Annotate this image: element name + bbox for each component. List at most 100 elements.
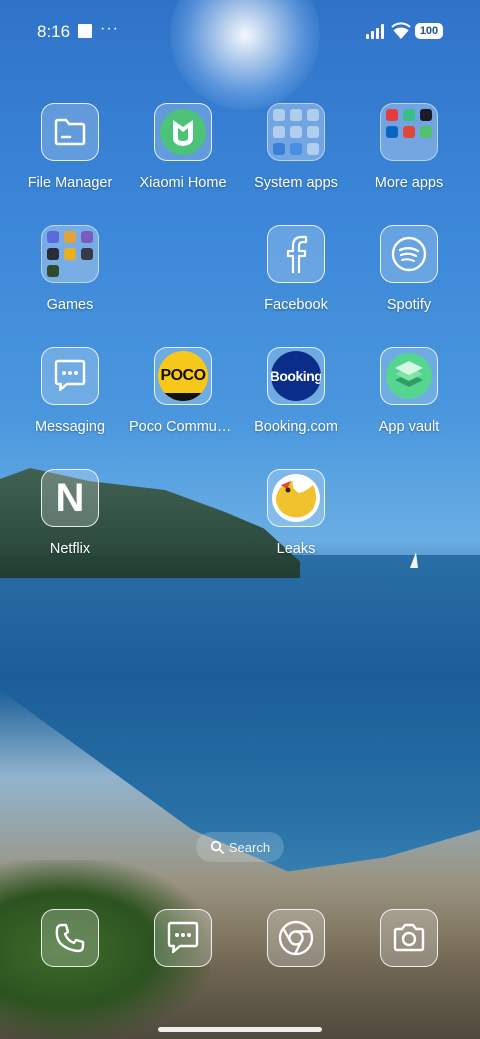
messaging-tile[interactable]	[41, 347, 99, 405]
mini-app-slot	[81, 265, 93, 277]
poco-logo-text: POCO	[160, 367, 206, 384]
mini-app-icon	[273, 143, 285, 155]
facebook-icon	[286, 235, 308, 273]
app-vault-tile[interactable]	[380, 347, 438, 405]
app-label: App vault	[378, 419, 440, 435]
poco-community-tile[interactable]: POCO	[154, 347, 212, 405]
mini-app-icon	[81, 248, 93, 260]
folder-preview-grid	[386, 109, 432, 155]
mini-app-icon	[290, 126, 302, 138]
xiaomi-home-icon	[160, 109, 206, 155]
mini-app-icon	[386, 109, 398, 121]
chrome-icon	[278, 920, 314, 956]
app-leaks[interactable]: Leaks	[240, 469, 352, 557]
app-xiaomi-home[interactable]: Xiaomi Home	[127, 103, 239, 191]
booking-tile[interactable]: Booking	[267, 347, 325, 405]
facebook-tile[interactable]	[267, 225, 325, 283]
app-vault-icon	[386, 353, 432, 399]
spotify-icon	[391, 236, 427, 272]
more-apps-folder-tile[interactable]	[380, 103, 438, 161]
mini-app-icon	[420, 109, 432, 121]
games-folder-tile[interactable]	[41, 225, 99, 283]
app-label: Games	[46, 297, 94, 313]
app-netflix[interactable]: N Netflix	[14, 469, 126, 557]
mini-app-icon	[307, 109, 319, 121]
phone-tile[interactable]	[41, 909, 99, 967]
app-spotify[interactable]: Spotify	[353, 225, 465, 313]
app-label: Poco Communi...	[129, 419, 239, 435]
mini-app-icon	[273, 109, 285, 121]
camera-icon	[393, 923, 425, 952]
app-label: File Manager	[27, 175, 113, 191]
dock-camera[interactable]	[353, 909, 465, 967]
leaks-icon	[272, 474, 320, 522]
app-label: Leaks	[276, 541, 316, 557]
app-label: Messaging	[34, 419, 106, 435]
phone-icon	[55, 923, 85, 953]
folder-more-apps[interactable]: More apps	[353, 103, 465, 191]
leaks-tile[interactable]	[267, 469, 325, 527]
battery-icon: 100	[415, 23, 443, 39]
mini-app-icon	[64, 248, 76, 260]
app-file-manager[interactable]: File Manager	[14, 103, 126, 191]
app-facebook[interactable]: Facebook	[240, 225, 352, 313]
mini-app-icon	[64, 231, 76, 243]
spotify-tile[interactable]	[380, 225, 438, 283]
folder-games[interactable]: Games	[14, 225, 126, 313]
app-label: System apps	[254, 175, 338, 191]
mini-app-icon	[273, 126, 285, 138]
mini-app-icon	[403, 126, 415, 138]
xiaomi-home-tile[interactable]	[154, 103, 212, 161]
messages-tile[interactable]	[154, 909, 212, 967]
app-messaging[interactable]: Messaging	[14, 347, 126, 435]
mini-app-icon	[47, 265, 59, 277]
app-poco-community[interactable]: POCO Poco Communi...	[127, 347, 239, 435]
booking-logo-icon: Booking	[271, 351, 321, 401]
wallpaper-boat	[410, 552, 418, 568]
mini-app-icon	[403, 109, 415, 121]
mini-app-icon	[47, 231, 59, 243]
mini-app-icon	[307, 126, 319, 138]
dock-phone[interactable]	[14, 909, 126, 967]
folder-preview-grid	[273, 109, 319, 155]
folder-icon	[54, 118, 86, 146]
dock-messages[interactable]	[127, 909, 239, 967]
mini-app-icon	[81, 231, 93, 243]
cellular-signal-icon	[366, 24, 386, 39]
app-label: Facebook	[264, 297, 328, 313]
mini-app-slot	[420, 143, 432, 155]
chrome-tile[interactable]	[267, 909, 325, 967]
status-time: 8:16	[37, 22, 71, 41]
mini-app-icon	[307, 143, 319, 155]
app-booking[interactable]: Booking Booking.com	[240, 347, 352, 435]
mini-app-icon	[290, 143, 302, 155]
app-label: Booking.com	[254, 419, 338, 435]
file-manager-tile[interactable]	[41, 103, 99, 161]
status-bar: 8:16 ··· 100	[0, 0, 480, 64]
app-vault[interactable]: App vault	[353, 347, 465, 435]
home-indicator[interactable]	[158, 1027, 322, 1032]
booking-logo-text: Booking	[271, 368, 321, 384]
folder-system-apps[interactable]: System apps	[240, 103, 352, 191]
netflix-icon: N	[55, 476, 85, 520]
app-label: More apps	[374, 175, 444, 191]
message-bubble-icon	[54, 359, 86, 392]
app-label: Xiaomi Home	[139, 175, 227, 191]
mini-app-slot	[386, 143, 398, 155]
app-label: Spotify	[386, 297, 432, 313]
more-notifications-icon: ···	[100, 20, 119, 37]
messages-icon	[167, 921, 199, 954]
mini-app-icon	[386, 126, 398, 138]
poco-logo-icon: POCO	[158, 351, 208, 401]
dock-chrome[interactable]	[240, 909, 352, 967]
netflix-tile[interactable]: N	[41, 469, 99, 527]
camera-tile[interactable]	[380, 909, 438, 967]
search-icon	[210, 840, 224, 854]
mini-app-icon	[290, 109, 302, 121]
search-pill[interactable]: Search	[196, 832, 284, 862]
home-screen: 8:16 ··· 100 File Manager Xiaomi Home Sy…	[0, 0, 480, 1039]
mini-app-icon	[47, 248, 59, 260]
wifi-icon	[391, 22, 411, 39]
mini-app-icon	[420, 126, 432, 138]
system-apps-folder-tile[interactable]	[267, 103, 325, 161]
